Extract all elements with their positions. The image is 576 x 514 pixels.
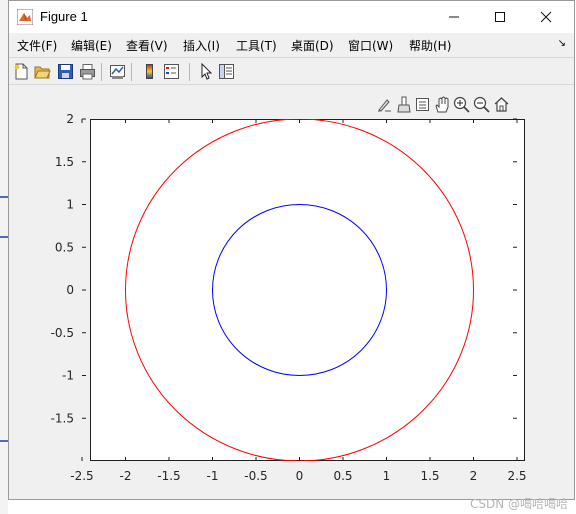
x-tick-label: -1.5 xyxy=(157,469,180,483)
y-tick-label: 0 xyxy=(66,283,74,297)
background-line xyxy=(0,196,8,198)
y-tick-label: 0.5 xyxy=(55,240,74,254)
chart-svg: -2.5 -2 -1.5 -1 -0.5 0 0.5 1 1.5 2 2.5 2 1.5 1 0.5 0 -0.… xyxy=(51,112,527,483)
x-tick-label: -0.5 xyxy=(244,469,267,483)
x-tick-label: 1.5 xyxy=(420,469,439,483)
y-tick-label: -1.5 xyxy=(51,411,74,425)
figure-window: Figure 1 文件(F) 编辑(E) 查看(V) 插入(I) 工具(T) 桌… xyxy=(8,0,575,500)
x-tick-label: 2.5 xyxy=(507,469,526,483)
y-tick-label: -0.5 xyxy=(51,326,74,340)
y-tick-label: 2 xyxy=(66,112,74,126)
y-tick-label: 1.5 xyxy=(55,155,74,169)
x-tick-label: -1 xyxy=(207,469,219,483)
x-tick-label: 0 xyxy=(296,469,304,483)
y-tick-label: 1 xyxy=(66,198,74,212)
background-line xyxy=(0,440,8,442)
x-tick-label: 1 xyxy=(383,469,391,483)
background-window-edge xyxy=(0,0,8,514)
x-tick-label: -2.5 xyxy=(70,469,93,483)
series-circle-1 xyxy=(212,204,387,376)
watermark: CSDN @喝哈喝哈 xyxy=(469,497,568,511)
x-tick-label: 2 xyxy=(470,469,478,483)
x-tick-label: -2 xyxy=(120,469,132,483)
series-circle-0 xyxy=(125,119,474,461)
y-tick-label: -1 xyxy=(62,369,74,383)
x-tick-label: 0.5 xyxy=(333,469,352,483)
background-line xyxy=(0,236,8,238)
